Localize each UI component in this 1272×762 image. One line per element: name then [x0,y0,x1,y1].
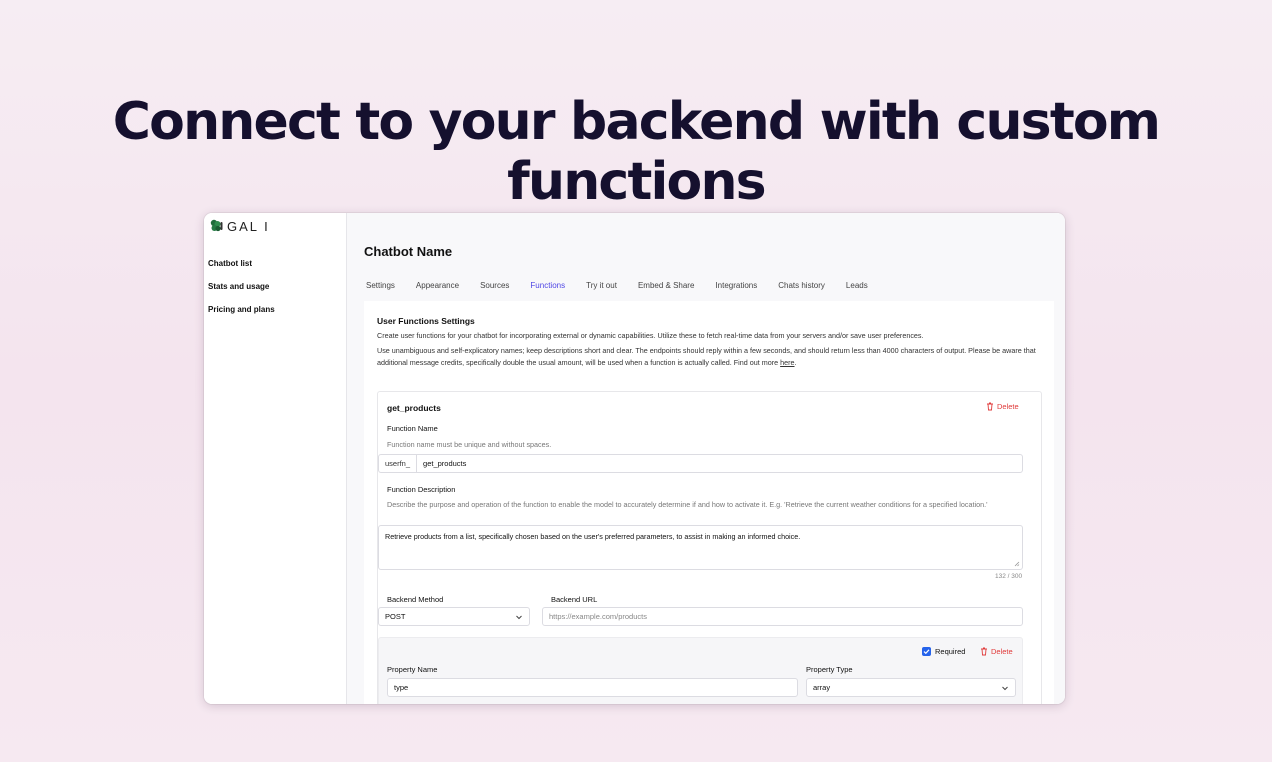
property-type-select[interactable]: array [806,678,1016,697]
delete-property-label: Delete [991,647,1013,656]
tab-try-it-out[interactable]: Try it out [586,281,617,290]
function-card-title: get_products [387,403,441,413]
guidelines-end: . [794,358,797,367]
backend-method-select[interactable]: POST [378,607,530,626]
checkbox-checked-icon [922,647,931,656]
find-out-more-link[interactable]: here [780,358,794,367]
logo-text: GAL I [227,218,270,234]
function-description-hint: Describe the purpose and operation of th… [387,500,988,509]
tab-bar: Settings Appearance Sources Functions Tr… [366,281,889,290]
tab-embed-share[interactable]: Embed & Share [638,281,694,290]
function-name-input[interactable]: userfn_ get_products [378,454,1023,473]
backend-method-label: Backend Method [387,595,444,604]
function-name-label: Function Name [387,424,438,433]
delete-function-button[interactable]: Delete [986,402,1019,411]
guidelines-text: Use unambiguous and self-explicatory nam… [377,346,1036,367]
section-title: User Functions Settings [377,316,475,326]
function-name-hint: Function name must be unique and without… [387,440,552,449]
sidebar-item-pricing-and-plans[interactable]: Pricing and plans [208,305,275,328]
page-title: Chatbot Name [364,244,453,259]
app-window: GAL I Chatbot list Stats and usage Prici… [204,213,1065,704]
tab-settings[interactable]: Settings [366,281,395,290]
brain-logo-icon [210,219,223,232]
property-row: Required Delete Property Name type Prope… [378,637,1023,704]
trash-icon [987,402,993,411]
function-description-value: Retrieve products from a list, specifica… [385,532,801,541]
function-name-prefix: userfn_ [385,455,418,472]
sidebar-item-chatbot-list[interactable]: Chatbot list [208,259,275,282]
property-type-value: array [813,683,831,692]
property-name-input[interactable]: type [387,678,798,697]
functions-panel: User Functions Settings Create user func… [364,301,1054,704]
section-description: Create user functions for your chatbot f… [377,331,924,340]
required-label: Required [935,647,966,656]
function-card: get_products Delete Function Name Functi… [377,391,1042,704]
function-description-textarea[interactable]: Retrieve products from a list, specifica… [378,525,1023,570]
tab-functions[interactable]: Functions [530,281,565,290]
backend-url-input[interactable]: https://example.com/products [542,607,1023,626]
function-name-value: get_products [423,459,467,468]
delete-function-label: Delete [997,402,1019,411]
delete-property-button[interactable]: Delete [980,647,1013,656]
backend-method-value: POST [385,612,406,621]
hero-title: Connect to your backend with custom func… [112,92,1161,212]
sidebar-item-stats-and-usage[interactable]: Stats and usage [208,282,275,305]
required-checkbox[interactable]: Required [922,647,965,656]
resize-handle-icon[interactable] [1014,561,1020,567]
trash-icon [981,647,987,656]
backend-url-label: Backend URL [551,595,598,604]
property-name-value: type [394,683,409,692]
property-type-label: Property Type [806,665,853,674]
tab-sources[interactable]: Sources [480,281,509,290]
backend-url-placeholder: https://example.com/products [549,612,647,621]
chevron-down-icon [1002,686,1008,691]
tab-chats-history[interactable]: Chats history [778,281,825,290]
tab-leads[interactable]: Leads [846,281,868,290]
main-content: Chatbot Name Settings Appearance Sources… [347,213,1065,704]
logo[interactable]: GAL I [208,218,270,234]
section-guidelines: Use unambiguous and self-explicatory nam… [377,345,1042,369]
tab-appearance[interactable]: Appearance [416,281,459,290]
property-name-label: Property Name [387,665,438,674]
sidebar-nav: Chatbot list Stats and usage Pricing and… [208,259,275,328]
sidebar: GAL I Chatbot list Stats and usage Prici… [204,213,347,704]
description-char-counter: 132 / 300 [995,573,1023,580]
chevron-down-icon [516,615,522,620]
tab-integrations[interactable]: Integrations [715,281,757,290]
function-description-label: Function Description [387,485,456,494]
